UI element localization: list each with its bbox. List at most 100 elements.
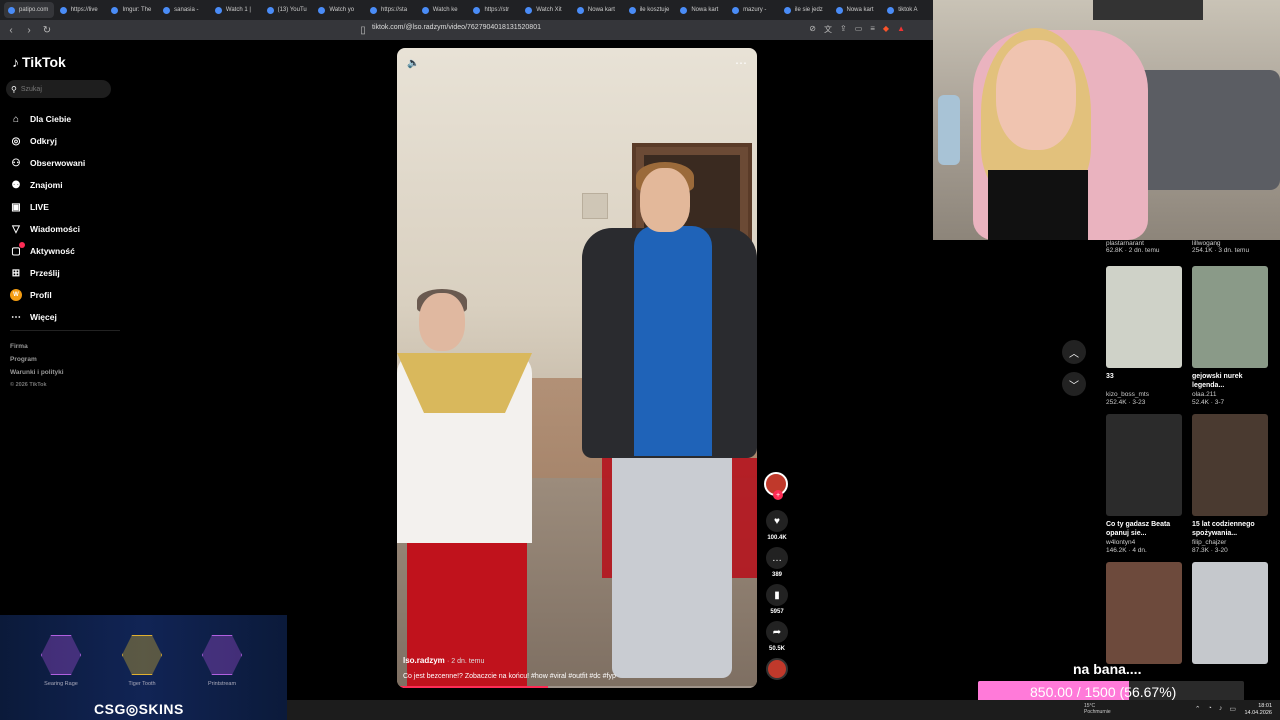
browser-tab[interactable]: Nowa kart	[676, 2, 726, 18]
translate-icon[interactable]: 文	[824, 24, 832, 35]
back-icon[interactable]: ‹	[4, 23, 18, 37]
sidebar-footer: Firma Program Warunki i polityki © 2026 …	[10, 340, 64, 392]
sidebar-item-obserwowani[interactable]: ⚇ Obserwowani	[10, 152, 86, 174]
creator-avatar[interactable]: +	[764, 472, 788, 500]
share-icon[interactable]: ⇪	[840, 24, 847, 35]
recommendation-card[interactable]	[1106, 562, 1182, 664]
more-options-icon[interactable]: ⋯	[735, 56, 747, 70]
card-user[interactable]: olaa.211	[1192, 391, 1268, 398]
heart-icon[interactable]: ♥	[766, 510, 788, 532]
video-thumbnail[interactable]	[1106, 266, 1182, 368]
sidebar-item-aktywność[interactable]: ▢ Aktywność	[10, 240, 85, 262]
weather-widget[interactable]: 15°C Pochmurnie	[1084, 703, 1111, 715]
volume-icon[interactable]: 🔈	[407, 58, 419, 69]
browser-tab[interactable]: Watch ke	[418, 2, 468, 18]
browser-tab[interactable]: Nowa kart	[573, 2, 623, 18]
taskbar-clock[interactable]: 18:01 14.04.2026	[1244, 703, 1272, 717]
author-name[interactable]: lso.radzym	[403, 656, 445, 665]
forward-icon[interactable]: ›	[22, 23, 36, 37]
browser-tab[interactable]: sanasia -	[159, 2, 209, 18]
browser-tab[interactable]: Imgur: The	[107, 2, 157, 18]
url-field[interactable]: tiktok.com/@lso.radzym/video/76279040181…	[372, 24, 541, 31]
footer-link-terms[interactable]: Warunki i polityki	[10, 366, 64, 379]
video-thumbnail[interactable]	[1192, 562, 1268, 664]
rec-user[interactable]: plastarnarant	[1106, 240, 1182, 247]
browser-tab[interactable]: Watch yo	[314, 2, 364, 18]
video-thumbnail[interactable]	[1192, 266, 1268, 368]
brave-shield-icon[interactable]: ◆	[883, 24, 889, 35]
video-progress[interactable]	[397, 686, 757, 688]
browser-tab[interactable]: https://sta	[366, 2, 416, 18]
sidebar-item-prześlij[interactable]: ⊞ Prześlij	[10, 262, 85, 284]
tray-chevron-icon[interactable]: ⌃	[1195, 705, 1201, 713]
volume-tray-icon[interactable]: ♪	[1219, 705, 1223, 713]
sidebar-item-profil[interactable]: W Profil	[10, 284, 85, 306]
card-user[interactable]: filip_chajzer	[1192, 539, 1268, 546]
bookmark-icon[interactable]: ▯	[356, 23, 370, 37]
like-action[interactable]: ♥ 100.4K	[764, 510, 790, 541]
video-progress-fill	[397, 686, 549, 688]
recommendation-card[interactable]: Co ty gadasz Beata opanuj sie... w4lontyn…	[1106, 414, 1182, 554]
sidebar-item-wiadomości[interactable]: ▽ Wiadomości	[10, 218, 85, 240]
video-thumbnail[interactable]	[1106, 562, 1182, 664]
video-player[interactable]: 🔈 ⋯ lso.radzym · 2 dn. temu Co jest bezc…	[397, 48, 757, 688]
footer-link-company[interactable]: Firma	[10, 340, 64, 353]
browser-tab[interactable]: (13) YouTu	[263, 2, 313, 18]
music-disc-icon[interactable]	[766, 658, 788, 680]
previous-video-button[interactable]: ︿	[1062, 340, 1086, 364]
reload-icon[interactable]: ↻	[40, 23, 54, 37]
tab-label: https://live	[70, 7, 98, 13]
share-action[interactable]: ➦ 50.5K	[764, 621, 790, 652]
browser-tab[interactable]: https://str	[469, 2, 519, 18]
browser-tab[interactable]: ile sie jedz	[780, 2, 830, 18]
network-icon[interactable]: ◔	[1208, 705, 1212, 713]
recommendation-card[interactable]: gejowski nurek legenda... olaa.211 52.4K ·…	[1192, 266, 1268, 406]
comment-icon[interactable]: …	[766, 547, 788, 569]
video-thumbnail[interactable]	[1106, 414, 1182, 516]
rec-user[interactable]: lillwogang	[1192, 240, 1268, 247]
sidebar-item-live[interactable]: ▣ LIVE	[10, 196, 85, 218]
browser-tab[interactable]: tiktok A	[883, 2, 933, 18]
card-user[interactable]: w4lontyn4	[1106, 539, 1182, 546]
share-arrow-icon[interactable]: ➦	[766, 621, 788, 643]
rewards-icon[interactable]: ▲	[897, 24, 905, 35]
video-thumbnail[interactable]	[1192, 414, 1268, 516]
browser-tab[interactable]: patipo.com	[4, 2, 54, 18]
browser-tab[interactable]: ile kosztuje	[625, 2, 675, 18]
browser-tab[interactable]: Nowa kart	[832, 2, 882, 18]
extension-icon[interactable]: ⊘	[809, 24, 816, 35]
couch	[1133, 70, 1280, 190]
comment-action[interactable]: … 389	[764, 547, 790, 578]
author-line: lso.radzym · 2 dn. temu	[403, 656, 743, 665]
sidebar-item-odkryj[interactable]: ◎ Odkryj	[10, 130, 85, 152]
menu-icon[interactable]: ≡	[870, 24, 875, 35]
card-user[interactable]: kizo_boss_mts	[1106, 391, 1182, 398]
battery-icon[interactable]: ▭	[1229, 705, 1236, 713]
tiktok-logo[interactable]: ♪ TikTok	[12, 54, 66, 70]
sidebar-item-dla-ciebie[interactable]: ⌂ Dla Ciebie	[10, 108, 85, 130]
search-input[interactable]: ⚲ Szukaj	[6, 80, 111, 98]
sidebar-item-label: Dla Ciebie	[30, 114, 72, 124]
streamer-top	[988, 170, 1088, 240]
browser-tab[interactable]: Watch Xit	[521, 2, 571, 18]
follow-plus-icon[interactable]: +	[773, 490, 783, 500]
browser-tab[interactable]: Watch 1 |	[211, 2, 261, 18]
next-video-button[interactable]: ﹀	[1062, 372, 1086, 396]
save-action[interactable]: ▮ 5957	[764, 584, 790, 615]
sidebar-item-więcej[interactable]: ⋯ Więcej	[10, 306, 85, 328]
sidebar-item-label: Więcej	[30, 312, 57, 322]
recommendation-card[interactable]	[1192, 562, 1268, 664]
rec-stats: 254.1K · 3 dn. temu	[1192, 247, 1250, 254]
card-stats: 52.4K · 3-7	[1192, 399, 1225, 406]
skin-label: Printstream	[207, 681, 237, 687]
browser-tab[interactable]: https://live	[56, 2, 106, 18]
tab-favicon-icon	[266, 6, 274, 14]
video-description: Co jest bezcenne!? Zobaczcie na końcu! #…	[403, 673, 616, 680]
cast-icon[interactable]: ▭	[855, 24, 863, 35]
recommendation-card[interactable]: 33 kizo_boss_mts 252.4K · 3-23	[1106, 266, 1182, 406]
bookmark-icon[interactable]: ▮	[766, 584, 788, 606]
recommendation-card[interactable]: 15 lat codziennego spożywania... filip_ch…	[1192, 414, 1268, 554]
footer-link-program[interactable]: Program	[10, 353, 64, 366]
sidebar-item-znajomi[interactable]: ⚉ Znajomi	[10, 174, 85, 196]
browser-tab[interactable]: mazury -	[728, 2, 778, 18]
